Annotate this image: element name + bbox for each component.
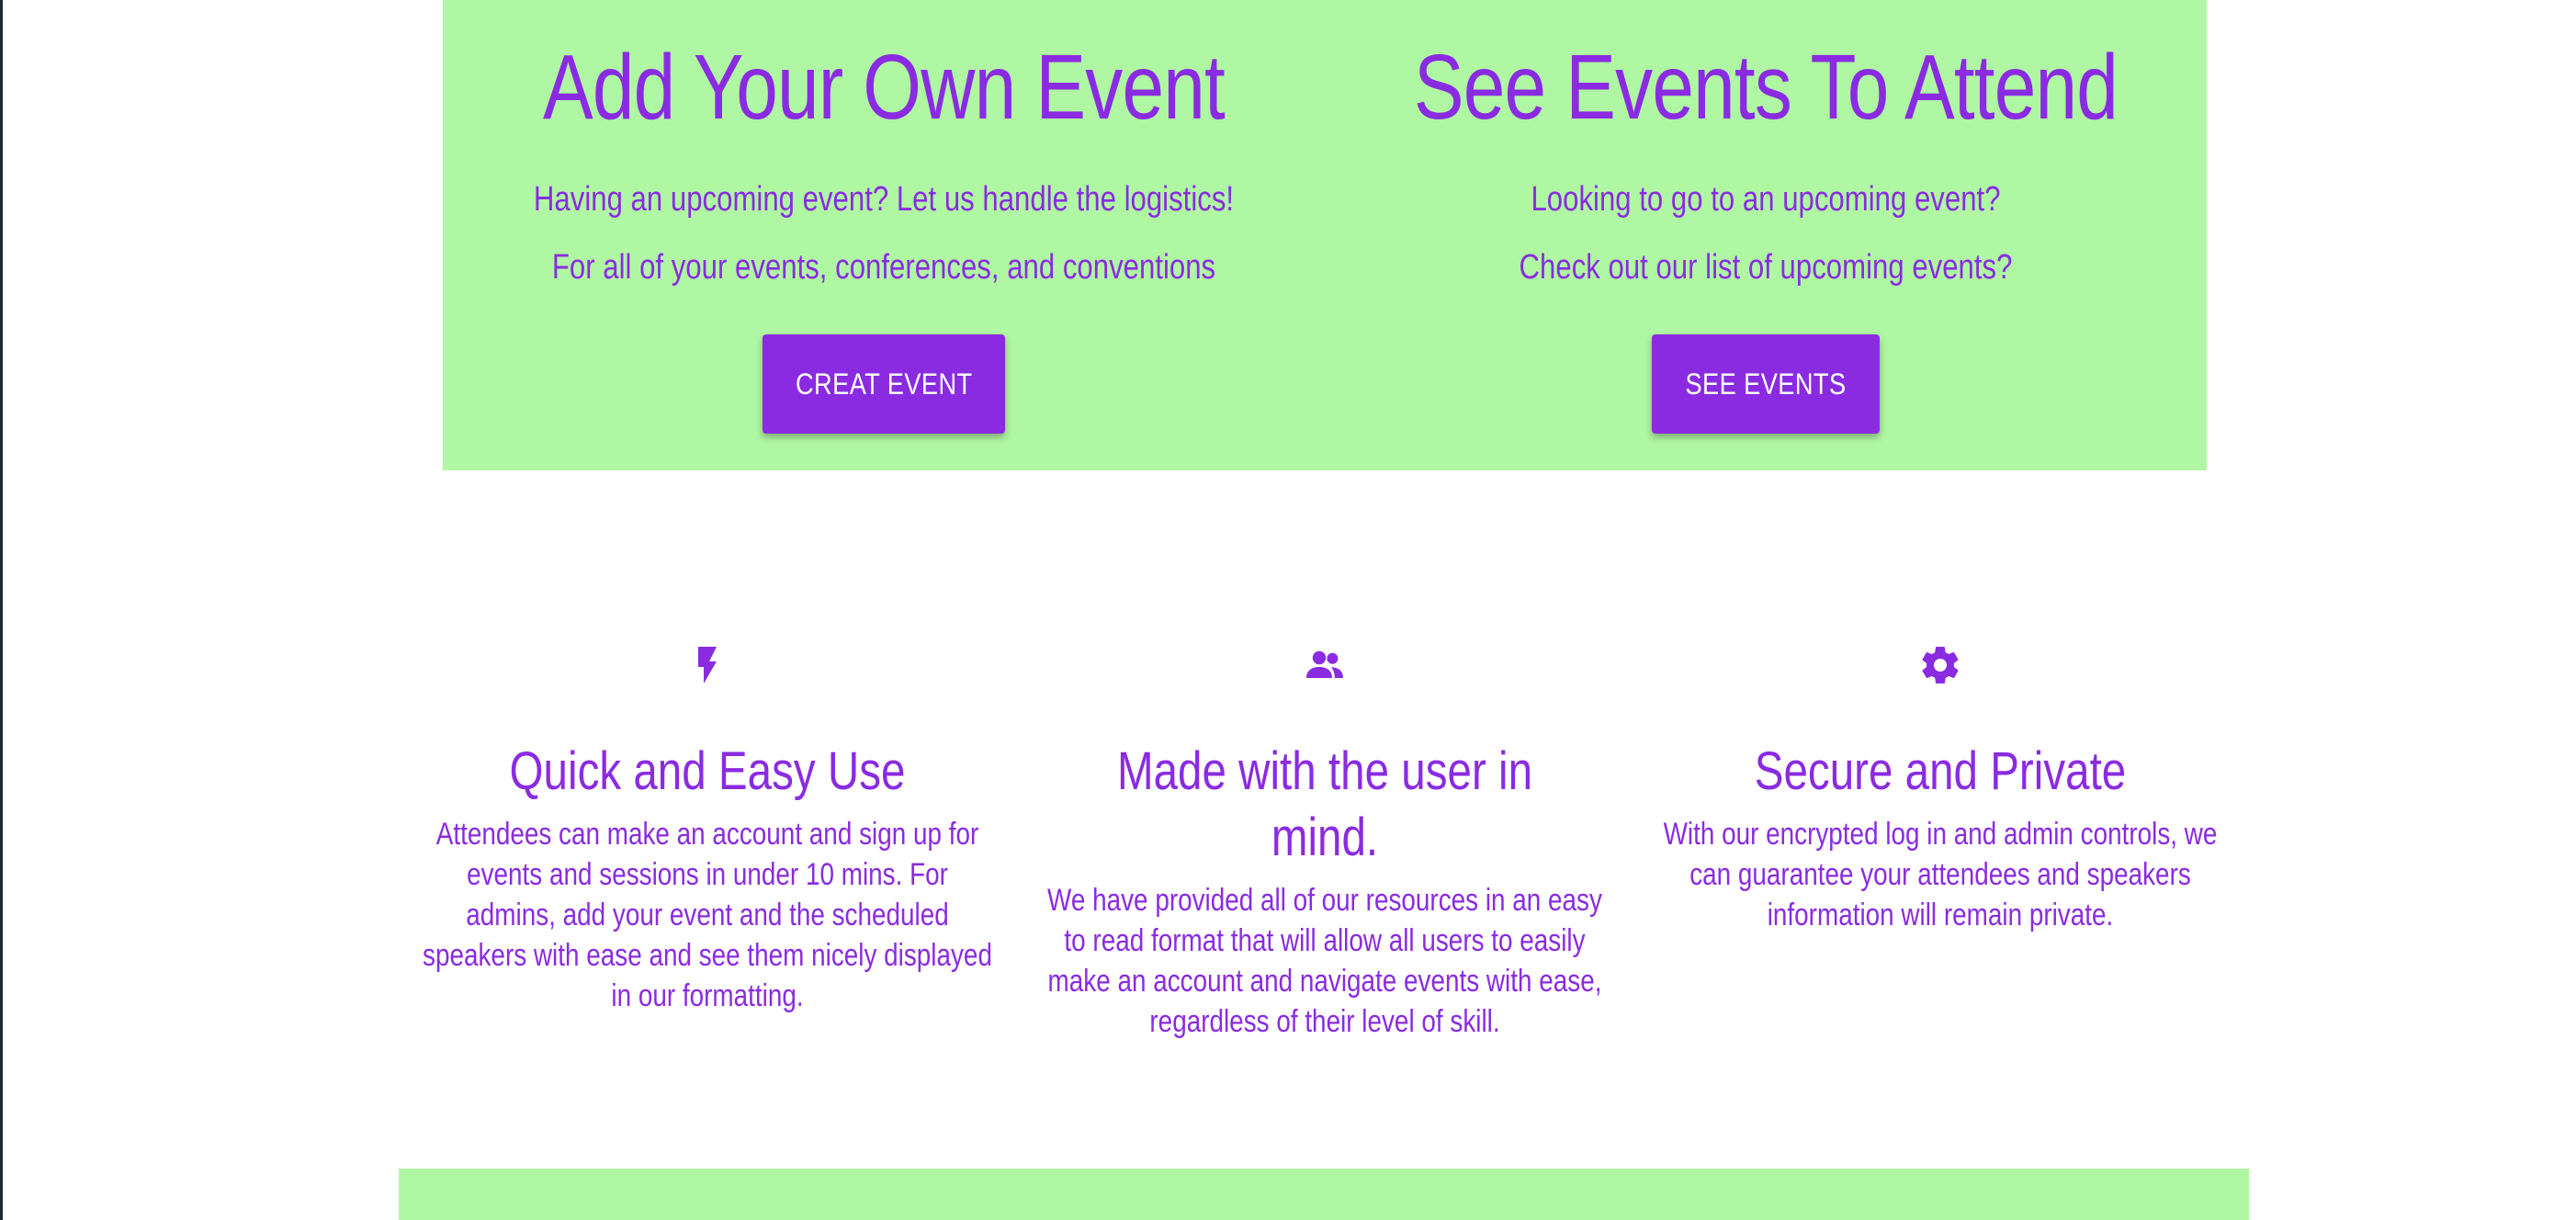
feature-description: With our encrypted log in and admin cont… [1663,817,2218,932]
create-event-line-1: Having an upcoming event? Let us handle … [533,180,1235,219]
create-event-button[interactable]: CREAT EVENT [763,334,1005,434]
see-events-line-2: Check out our list of upcoming events? [1519,248,2013,287]
window-edge [0,0,3,1220]
feature-title: Quick and Easy Use [509,741,906,801]
create-event-panel: Add Your Own Event Having an upcoming ev… [443,0,1325,470]
create-event-title: Add Your Own Event [543,36,1226,139]
see-events-button-label: SEE EVENTS [1685,367,1847,401]
page: Add Your Own Event Having an upcoming ev… [0,0,2576,1220]
lightning-bolt-icon [698,647,717,683]
feature-user-mind: Made with the user in mind. We have prov… [1031,643,1619,1042]
feature-quick-easy: Quick and Easy Use Attendees can make an… [413,643,1001,1016]
see-events-button[interactable]: SEE EVENTS [1652,334,1880,434]
feature-secure-private: Secure and Private With our encrypted lo… [1646,643,2234,935]
see-events-line-1: Looking to go to an upcoming event? [1531,180,2001,219]
create-event-button-label: CREAT EVENT [795,367,973,401]
gear-icon [1922,647,1959,684]
footer-section-top [399,1169,2249,1220]
feature-description: Attendees can make an account and sign u… [423,817,992,1013]
feature-title: Secure and Private [1754,741,2127,801]
feature-description: We have provided all of our resources in… [1047,883,1602,1039]
create-event-line-2: For all of your events, conferences, and… [551,248,1216,287]
see-events-panel: See Events To Attend Looking to go to an… [1325,0,2207,470]
feature-title: Made with the user in mind. [1116,741,1533,867]
see-events-title: See Events To Attend [1413,36,2118,139]
people-icon [1306,650,1343,678]
hero-section: Add Your Own Event Having an upcoming ev… [443,0,2207,470]
